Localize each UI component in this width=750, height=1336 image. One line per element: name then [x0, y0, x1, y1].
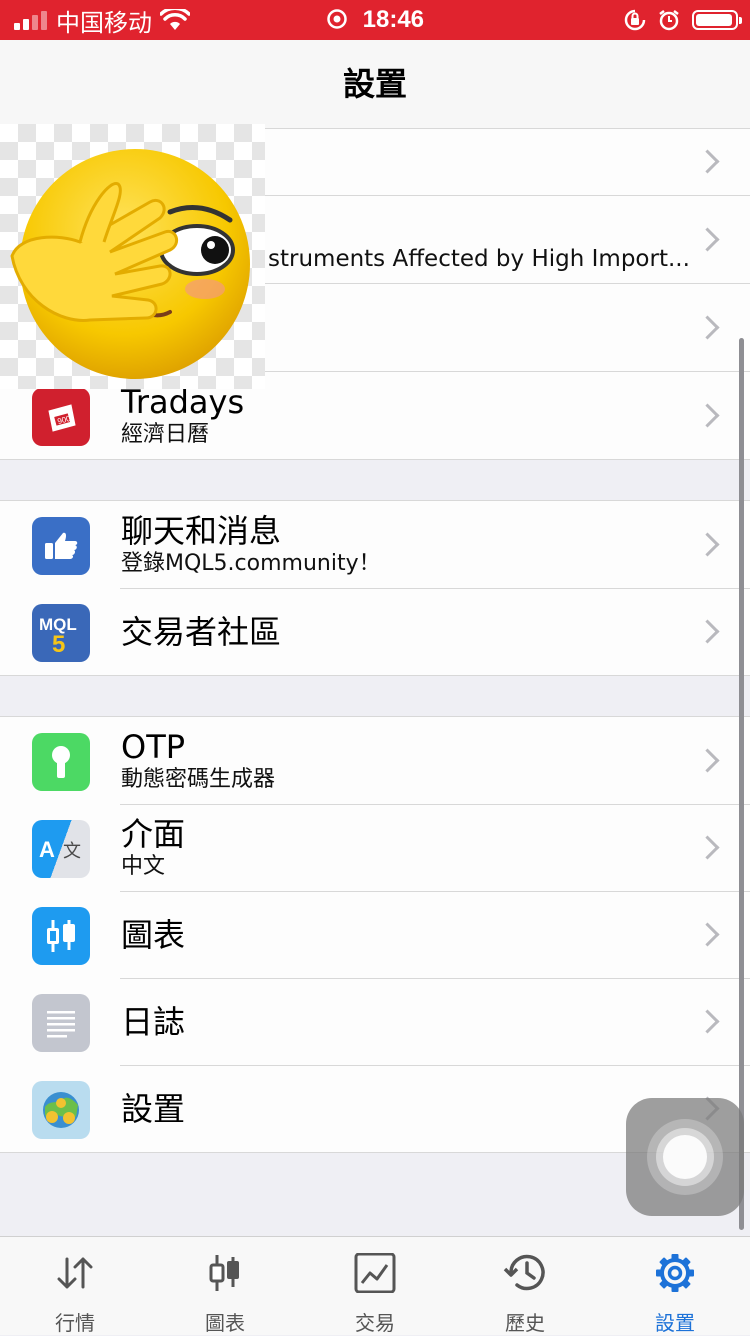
journal-icon	[32, 994, 90, 1052]
tab-settings-label: 設置	[655, 1311, 695, 1335]
alarm-icon	[659, 10, 679, 31]
list-item-traders-community[interactable]: MQL 5 交易者社區	[0, 588, 750, 675]
quotes-arrows-icon	[57, 1257, 93, 1289]
tab-settings[interactable]: 設置	[600, 1237, 750, 1335]
orientation-lock-icon	[624, 9, 646, 31]
assistive-touch-button[interactable]	[626, 1098, 744, 1216]
gear-icon	[656, 1254, 694, 1292]
traders-community-title: 交易者社區	[121, 612, 282, 651]
battery-icon	[692, 10, 742, 30]
page-title: 設置	[342, 65, 407, 103]
translate-icon: A 文	[32, 820, 90, 878]
face-hiding-eye-emoji-icon	[10, 149, 250, 379]
settings-title: 設置	[121, 1089, 186, 1128]
svg-text:5: 5	[52, 631, 65, 656]
tab-quotes[interactable]: 行情	[0, 1237, 150, 1335]
tradays-subtitle: 經濟日曆	[121, 421, 210, 447]
trade-chart-icon	[354, 1253, 396, 1293]
nav-bar: 設置	[0, 40, 750, 129]
chevron-right-icon	[695, 402, 720, 428]
location-icon	[327, 9, 347, 29]
svg-text:A: A	[39, 837, 55, 862]
list-item-otp[interactable]: OTP 動態密碼生成器	[0, 717, 750, 805]
list-item-journal[interactable]: 日誌	[0, 978, 750, 1066]
tab-trade-label: 交易	[355, 1311, 395, 1335]
status-bar: 中国移动 18:46	[0, 0, 750, 40]
interface-title: 介面	[121, 814, 186, 853]
chevron-right-icon	[695, 1008, 720, 1034]
emoji-sticker	[0, 124, 265, 389]
chat-title: 聊天和消息	[121, 511, 282, 550]
chevron-right-icon	[695, 149, 720, 174]
clock-time: 18:46	[362, 6, 425, 33]
mql5-icon: MQL 5	[32, 604, 90, 662]
chevron-right-icon	[695, 618, 720, 644]
divider	[0, 459, 750, 460]
news-subtitle: struments Affected by High Import...	[268, 246, 690, 272]
otp-title: OTP	[121, 727, 186, 766]
list-item-interface[interactable]: A 文 介面 中文	[0, 804, 750, 892]
chevron-right-icon	[695, 314, 720, 340]
scroll-indicator[interactable]	[739, 338, 744, 1230]
list-item-charts[interactable]: 圖表	[0, 891, 750, 979]
chevron-right-icon	[695, 921, 720, 947]
settings-group-tools: OTP 動態密碼生成器 A 文 介面 中文 圖表 日誌 設置	[0, 716, 750, 1153]
journal-title: 日誌	[121, 1002, 186, 1041]
metatrader-icon	[32, 1081, 90, 1139]
svg-text:文: 文	[63, 841, 81, 862]
tab-quotes-label: 行情	[55, 1311, 95, 1335]
tradays-icon: 900	[32, 388, 90, 446]
candlestick-icon	[32, 907, 90, 965]
tab-charts-label: 圖表	[205, 1311, 245, 1335]
chevron-right-icon	[695, 226, 720, 252]
settings-group-community: 聊天和消息 登錄MQL5.community！ MQL 5 交易者社區	[0, 500, 750, 676]
candlestick-icon	[209, 1255, 239, 1291]
tab-history-label: 歷史	[505, 1311, 545, 1335]
list-item-chat[interactable]: 聊天和消息 登錄MQL5.community！	[0, 501, 750, 589]
tab-bar: 行情 圖表 交易 歷史 設置	[0, 1236, 750, 1335]
interface-subtitle: 中文	[121, 853, 166, 879]
chat-subtitle: 登錄MQL5.community！	[121, 550, 381, 576]
tab-history[interactable]: 歷史	[450, 1237, 600, 1335]
history-clock-icon	[503, 1254, 545, 1291]
tab-trade[interactable]: 交易	[300, 1237, 450, 1335]
chevron-right-icon	[695, 834, 720, 860]
thumbs-up-icon	[32, 517, 90, 575]
chevron-right-icon	[695, 747, 720, 773]
otp-subtitle: 動態密碼生成器	[121, 766, 276, 792]
chevron-right-icon	[695, 531, 720, 557]
charts-title: 圖表	[121, 915, 186, 954]
tab-charts[interactable]: 圖表	[150, 1237, 300, 1335]
keyhole-icon	[32, 733, 90, 791]
